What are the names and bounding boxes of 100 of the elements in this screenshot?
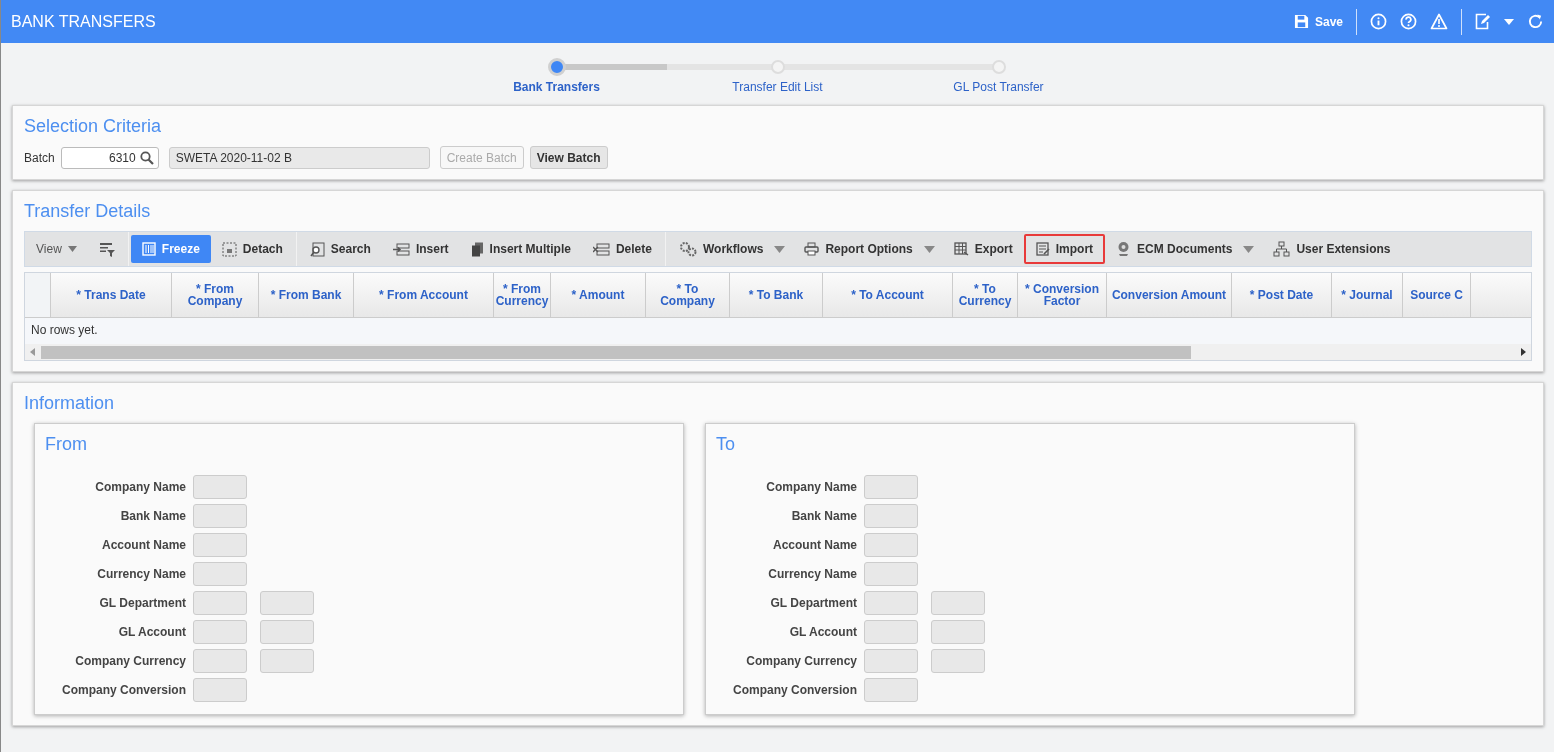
input-field[interactable] — [931, 620, 985, 644]
caret-icon[interactable] — [923, 245, 935, 253]
input-field[interactable] — [193, 649, 247, 673]
form-icon — [1035, 242, 1050, 256]
toolbar-button[interactable]: Detach — [210, 235, 294, 263]
input-field[interactable] — [864, 620, 918, 644]
input-field[interactable] — [193, 620, 247, 644]
field-label: Company Currency — [745, 654, 857, 668]
column-header[interactable]: * To Account — [823, 273, 953, 317]
toolbar-button[interactable]: Search — [298, 235, 382, 263]
help-icon[interactable] — [1400, 13, 1417, 30]
field-label: GL Department — [98, 596, 186, 610]
input-field[interactable] — [864, 649, 918, 673]
page-title: BANK TRANSFERS — [11, 12, 156, 31]
input-field[interactable] — [864, 504, 918, 528]
horizontal-scrollbar[interactable] — [25, 344, 1531, 360]
input-field[interactable] — [193, 678, 247, 702]
input-field[interactable] — [864, 562, 918, 586]
field-label: Company Conversion — [731, 683, 857, 697]
gears-icon — [678, 241, 697, 257]
section-title: Transfer Details — [24, 201, 152, 222]
field-label: Currency Name — [767, 567, 857, 581]
input-field[interactable] — [193, 562, 247, 586]
scroll-right-icon[interactable] — [1518, 347, 1528, 357]
section-title: Selection Criteria — [24, 116, 163, 137]
refresh-icon[interactable] — [1527, 13, 1544, 30]
step-label[interactable]: GL Post Transfer — [953, 80, 1044, 94]
column-header[interactable]: * Trans Date — [51, 273, 172, 317]
column-header[interactable]: * To Company — [646, 273, 730, 317]
batch-button[interactable]: View Batch — [529, 146, 608, 169]
input-field[interactable] — [931, 591, 985, 615]
batch-label: Batch — [24, 150, 55, 165]
input-field[interactable] — [193, 475, 247, 499]
detach-icon — [221, 241, 237, 257]
edit-icon[interactable] — [1475, 13, 1491, 30]
step-label[interactable]: Bank Transfers — [513, 80, 600, 94]
toolbar-button[interactable]: ECM Documents — [1105, 235, 1244, 263]
input-field[interactable] — [193, 504, 247, 528]
caret-icon — [67, 246, 77, 252]
input-field[interactable] — [931, 649, 985, 673]
search-icon — [309, 241, 325, 257]
toolbar-button[interactable]: Workflows — [667, 235, 775, 263]
input-field[interactable] — [864, 475, 918, 499]
column-header[interactable]: Source C — [1403, 273, 1471, 317]
columns-icon — [141, 242, 156, 256]
field-label: GL Account — [788, 625, 857, 639]
field-label: Company Name — [94, 480, 186, 494]
toolbar-button[interactable]: Report Options — [793, 235, 924, 263]
batch-description-field[interactable]: SWETA 2020-11-02 B — [168, 146, 430, 169]
input-field[interactable] — [864, 533, 918, 557]
documents-icon — [470, 241, 484, 257]
column-header[interactable]: * From Bank — [259, 273, 354, 317]
filter-icon — [98, 241, 115, 257]
card-title: From — [45, 434, 88, 455]
column-header[interactable]: * Amount — [551, 273, 646, 317]
scroll-left-icon[interactable] — [28, 347, 38, 357]
search-icon[interactable] — [139, 150, 154, 165]
column-header[interactable]: * Journal — [1332, 273, 1403, 317]
toolbar-button[interactable]: Export — [942, 235, 1024, 263]
column-header[interactable]: Conversion Amount — [1107, 273, 1232, 317]
input-field[interactable] — [193, 533, 247, 557]
toolbar-button[interactable]: Freeze — [130, 235, 211, 263]
toolbar-button[interactable]: User Extensions — [1262, 235, 1402, 263]
column-header[interactable]: * To Currency — [953, 273, 1018, 317]
column-header[interactable]: * From Company — [172, 273, 259, 317]
caret-icon[interactable] — [774, 245, 786, 253]
step-dot[interactable] — [547, 58, 566, 76]
field-label: Currency Name — [96, 567, 186, 581]
field-label: Bank Name — [119, 509, 186, 523]
column-header[interactable]: * To Bank — [730, 273, 823, 317]
field-label: GL Department — [769, 596, 857, 610]
input-field[interactable] — [260, 591, 314, 615]
empty-message: No rows yet. — [31, 323, 98, 337]
toolbar-button[interactable]: Delete — [581, 235, 663, 263]
field-label: Company Currency — [74, 654, 186, 668]
input-field[interactable] — [193, 591, 247, 615]
info-icon[interactable] — [1370, 13, 1387, 30]
caret-icon[interactable] — [1243, 245, 1255, 253]
caret-icon[interactable] — [1504, 17, 1514, 26]
save-button[interactable]: Save — [1293, 14, 1343, 29]
warning-icon[interactable] — [1430, 13, 1448, 30]
input-field[interactable] — [864, 591, 918, 615]
view-menu[interactable]: View — [25, 235, 88, 263]
hierarchy-icon — [1273, 241, 1291, 257]
field-label: Company Conversion — [60, 683, 186, 697]
column-header[interactable]: * From Currency — [494, 273, 551, 317]
field-label: Bank Name — [790, 509, 857, 523]
step-label[interactable]: Transfer Edit List — [732, 80, 823, 94]
field-label: Account Name — [771, 538, 857, 552]
column-header[interactable]: * Post Date — [1232, 273, 1332, 317]
batch-field[interactable]: 6310 — [60, 146, 159, 169]
column-header[interactable]: * Conversion Factor — [1018, 273, 1107, 317]
toolbar-button[interactable]: Insert — [381, 235, 460, 263]
input-field[interactable] — [864, 678, 918, 702]
input-field[interactable] — [260, 649, 314, 673]
toolbar-button[interactable]: Import — [1023, 234, 1106, 264]
toolbar-button[interactable]: Insert Multiple — [459, 235, 582, 263]
column-header[interactable]: * From Account — [354, 273, 494, 317]
card-title: To — [716, 434, 736, 455]
input-field[interactable] — [260, 620, 314, 644]
